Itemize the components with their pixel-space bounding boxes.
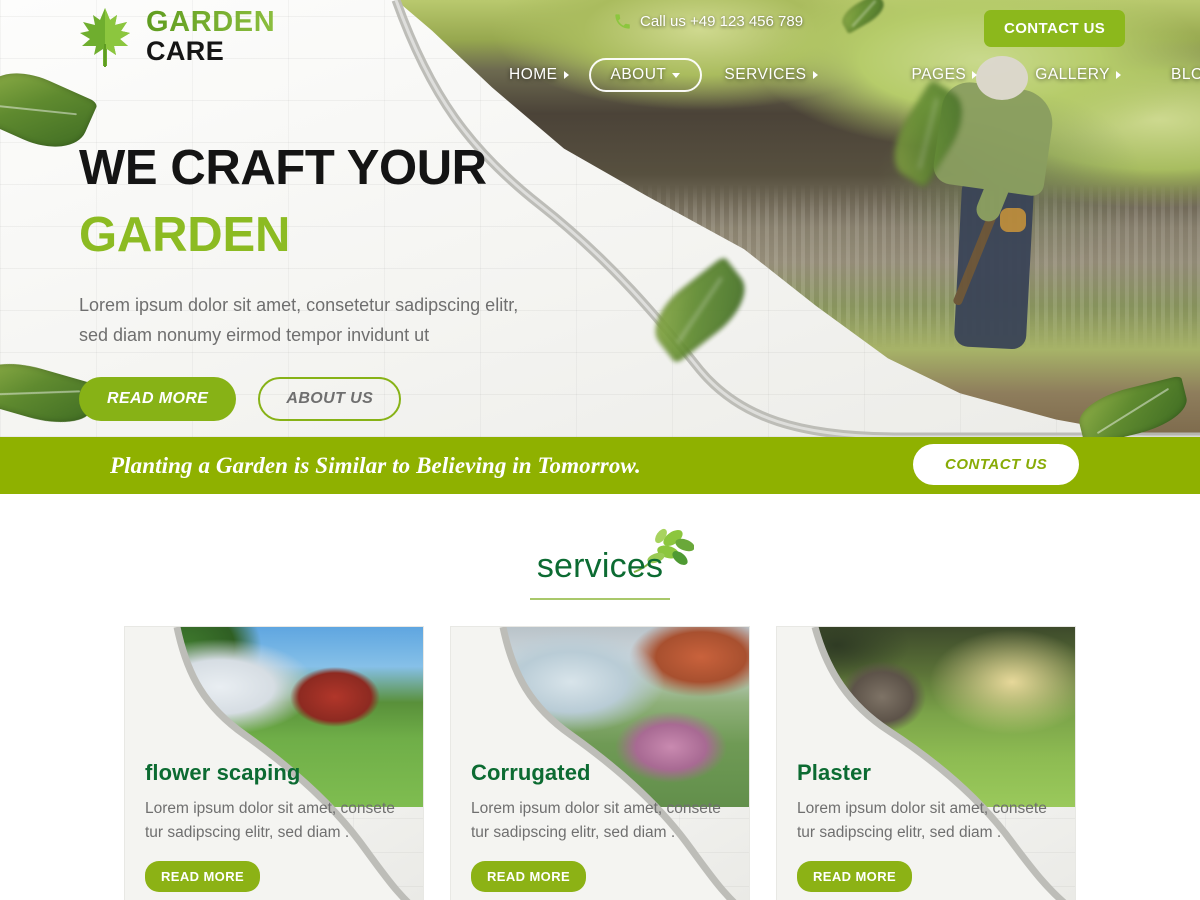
about-us-button-hero[interactable]: ABOUT US bbox=[258, 377, 402, 422]
top-bar: GARDEN CARE Call us +49 123 456 789 CONT… bbox=[0, 0, 1200, 67]
caret-right-icon bbox=[972, 71, 978, 79]
nav-item-pages[interactable]: PAGES bbox=[898, 59, 992, 91]
brand-name-top: GARDEN bbox=[146, 6, 276, 39]
caret-right-icon bbox=[1116, 71, 1122, 79]
services-section: services flower scaping Lorem ipsum dolo… bbox=[0, 522, 1200, 900]
figure-glove bbox=[1000, 208, 1026, 232]
nav-item-home[interactable]: HOME bbox=[495, 59, 583, 91]
phone-icon bbox=[615, 14, 630, 29]
hero-content: WE CRAFT YOUR GARDEN Lorem ipsum dolor s… bbox=[79, 140, 549, 422]
caret-right-icon bbox=[563, 71, 569, 79]
contact-us-button-header[interactable]: CONTACT US bbox=[984, 10, 1126, 47]
service-card-text: Lorem ipsum dolor sit amet, consete tur … bbox=[797, 800, 1047, 842]
nav-item-label: GALLERY bbox=[1035, 66, 1111, 83]
tagline-banner: Planting a Garden is Similar to Believin… bbox=[0, 437, 1200, 494]
services-header: services bbox=[0, 522, 1200, 600]
caret-right-icon bbox=[812, 71, 818, 79]
service-card-title: Plaster bbox=[797, 760, 872, 785]
call-us-info[interactable]: Call us +49 123 456 789 bbox=[613, 12, 803, 31]
brand-logo-text: GARDEN CARE bbox=[146, 8, 275, 65]
service-card[interactable]: Corrugated Lorem ipsum dolor sit amet, c… bbox=[450, 626, 750, 900]
hero-paragraph: Lorem ipsum dolor sit amet, consetetur s… bbox=[79, 294, 519, 346]
banner-tagline: Planting a Garden is Similar to Believin… bbox=[110, 452, 641, 478]
hero-headline-line1: WE CRAFT YOUR bbox=[79, 141, 487, 195]
services-card-list: flower scaping Lorem ipsum dolor sit ame… bbox=[0, 626, 1200, 900]
service-card-title: flower scaping bbox=[145, 760, 301, 785]
nav-item-services[interactable]: SERVICES bbox=[710, 59, 831, 91]
service-card-body: Plaster Lorem ipsum dolor sit amet, cons… bbox=[797, 760, 1047, 893]
service-card-body: flower scaping Lorem ipsum dolor sit ame… bbox=[145, 760, 395, 893]
contact-us-button-banner[interactable]: CONTACT US bbox=[913, 444, 1080, 485]
nav-item-label: BLOG bbox=[1171, 66, 1200, 83]
read-more-button-card[interactable]: READ MORE bbox=[145, 861, 261, 893]
brand-name-bottom: CARE bbox=[146, 36, 225, 67]
nav-item-label: HOME bbox=[509, 66, 558, 83]
service-card[interactable]: Plaster Lorem ipsum dolor sit amet, cons… bbox=[776, 626, 1076, 900]
nav-item-label: SERVICES bbox=[724, 66, 807, 83]
services-title-underline bbox=[530, 598, 670, 600]
maple-leaf-icon bbox=[80, 8, 130, 67]
nav-item-label: PAGES bbox=[911, 66, 967, 83]
read-more-button-card[interactable]: READ MORE bbox=[471, 861, 587, 893]
service-card-text: Lorem ipsum dolor sit amet, consete tur … bbox=[145, 800, 395, 842]
hero-section: GARDEN CARE Call us +49 123 456 789 CONT… bbox=[0, 0, 1200, 437]
service-card-title: Corrugated bbox=[471, 760, 591, 785]
call-us-text: Call us +49 123 456 789 bbox=[640, 13, 804, 30]
caret-down-icon bbox=[672, 72, 681, 78]
service-card-text: Lorem ipsum dolor sit amet, consete tur … bbox=[471, 800, 721, 842]
read-more-button-card[interactable]: READ MORE bbox=[797, 861, 913, 893]
nav-item-blog[interactable]: BLOG bbox=[1157, 59, 1200, 91]
service-card-body: Corrugated Lorem ipsum dolor sit amet, c… bbox=[471, 760, 721, 893]
hero-headline-line2: GARDEN bbox=[79, 207, 291, 262]
hero-button-group: READ MORE ABOUT US bbox=[79, 377, 549, 422]
main-navigation: HOME ABOUT SERVICES PAGES GALLERY BLOG bbox=[495, 56, 1200, 94]
nav-item-gallery[interactable]: GALLERY bbox=[1021, 59, 1135, 91]
nav-item-label: ABOUT bbox=[610, 66, 667, 83]
nav-item-about[interactable]: ABOUT bbox=[588, 58, 703, 92]
services-title: services bbox=[536, 547, 664, 585]
read-more-button-hero[interactable]: READ MORE bbox=[79, 377, 237, 422]
service-card[interactable]: flower scaping Lorem ipsum dolor sit ame… bbox=[124, 626, 424, 900]
brand-logo[interactable]: GARDEN CARE bbox=[78, 6, 275, 68]
